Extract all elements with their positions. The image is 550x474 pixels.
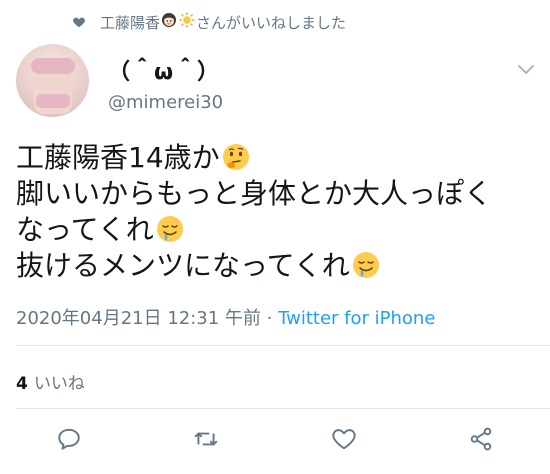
tweet-line: 脚いいからもっと身体とか大人っぽく: [16, 177, 493, 210]
chevron-down-icon[interactable]: [516, 62, 536, 76]
timestamp[interactable]: 2020年04月21日 12:31 午前: [16, 308, 261, 329]
user-handle[interactable]: @mimerei30: [108, 92, 223, 113]
source-link[interactable]: Twitter for iPhone: [278, 308, 435, 329]
reply-icon[interactable]: [56, 426, 82, 452]
tweet-text: 工藤陽香14歳か 脚いいからもっと身体とか大人っぽく なってくれ 抜けるメンツに…: [16, 140, 492, 284]
display-name[interactable]: （＾ω＾）: [108, 54, 220, 86]
tweet-line: 工藤陽香14歳か: [16, 140, 492, 176]
likes-stat[interactable]: 4 いいね: [16, 369, 85, 394]
likes-label: いいね: [33, 374, 85, 394]
girl-emoji-icon: [161, 12, 177, 32]
sun-emoji-icon: [179, 12, 195, 32]
tweet-meta: 2020年04月21日 12:31 午前 · Twitter for iPhon…: [16, 304, 435, 330]
share-icon[interactable]: [468, 426, 494, 452]
likes-count: 4: [16, 374, 28, 394]
retweet-icon[interactable]: [193, 426, 219, 452]
tweet-line-text: 工藤陽香14歳か: [16, 141, 220, 174]
drooling-face-icon: [155, 214, 185, 244]
thinking-face-icon: [221, 142, 251, 172]
meta-separator: ·: [260, 308, 279, 329]
heart-icon: [72, 15, 86, 29]
context-user-name[interactable]: 工藤陽香: [100, 12, 160, 33]
context-action-text: さんがいいねしました: [196, 13, 347, 32]
action-bar: [0, 420, 550, 456]
avatar-bottom: [36, 94, 70, 108]
tweet-line: 抜けるメンツになってくれ: [16, 248, 492, 284]
tweet-line-text: なってくれ: [16, 213, 154, 246]
tweet-line: なってくれ: [16, 212, 492, 248]
tweet-line-text: 抜けるメンツになってくれ: [16, 249, 350, 282]
drooling-face-icon: [351, 250, 381, 280]
like-icon[interactable]: [331, 426, 357, 452]
divider: [16, 345, 550, 346]
avatar-top: [31, 58, 75, 74]
social-context[interactable]: 工藤陽香 さんがいいねしました: [72, 10, 346, 34]
divider: [16, 408, 550, 409]
avatar[interactable]: [16, 44, 89, 117]
